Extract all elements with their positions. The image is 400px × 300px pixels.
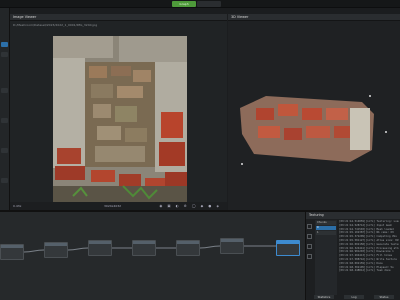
image-viewer-title: Image Viewer [13,15,37,19]
chunk-list: Chunks 0 1 [315,220,337,295]
wall-photo [53,36,187,206]
log-line: [09:21:48.448812][info] Task done [339,269,391,273]
textured-mesh[interactable] [236,74,396,174]
graph-editor[interactable] [0,212,305,300]
tool-item[interactable] [1,178,8,183]
zoom-level: 0.43x [13,204,22,208]
tool-item[interactable] [1,148,8,153]
log-title: Texturing [309,213,324,217]
checkbox[interactable] [307,244,312,249]
image-viewer-footer: 0.43x 3024x4032 ◉ ▣ ◐ ⚙ ◯ ◆ ● ◈ [10,202,227,210]
log-button[interactable]: Log [344,295,364,299]
chunk-list-header: Chunks [316,221,336,225]
image-viewer-panel: Image Viewer D:/Meshroom/Dataset/2023/20… [10,14,227,210]
status-button[interactable]: Status [374,295,394,299]
log-buttons: Statistics Log Status [306,294,400,300]
tool-item[interactable] [1,52,8,57]
viewer-tool-icons[interactable]: ◉ ▣ ◐ ⚙ ◯ ◆ ● ◈ [159,204,221,208]
3d-viewer-header: 3D Viewer [228,14,400,21]
tab-secondary[interactable] [197,1,221,7]
tab-graph[interactable]: Graph [172,1,196,7]
log-header: Texturing [306,212,400,219]
top-bar: Graph [0,0,400,8]
left-toolbar [0,8,10,210]
log-output: [09:21:44.514859][info] Texturing: Loadi… [339,220,399,295]
cameras-item[interactable] [1,42,8,47]
checkbox[interactable] [307,254,312,259]
statistics-button[interactable]: Statistics [314,295,334,299]
image-path: D:/Meshroom/Dataset/2023/2022_1_0001/IMG… [13,23,98,27]
image-viewer-header: Image Viewer [10,14,227,21]
graph-node[interactable] [44,242,68,258]
node-log-panel: Texturing Chunks 0 1 [09:21:44.514859][i… [305,212,400,300]
texturing-node[interactable] [276,240,300,256]
3d-viewer-title: 3D Viewer [231,15,249,19]
tool-item[interactable] [1,118,8,123]
graph-node[interactable] [0,244,24,260]
chunk-item[interactable]: 0 [316,226,336,230]
photo-image[interactable] [53,36,187,206]
chunk-item[interactable]: 1 [316,231,336,235]
graph-node[interactable] [220,238,244,254]
graph-node[interactable] [88,240,112,256]
graph-node[interactable] [132,240,156,256]
image-resolution: 3024x4032 [104,204,122,208]
checkbox[interactable] [307,224,312,229]
3d-viewer-panel: 3D Viewer [228,14,400,210]
checkbox[interactable] [307,234,312,239]
tool-item[interactable] [1,88,8,93]
graph-node[interactable] [176,240,200,256]
